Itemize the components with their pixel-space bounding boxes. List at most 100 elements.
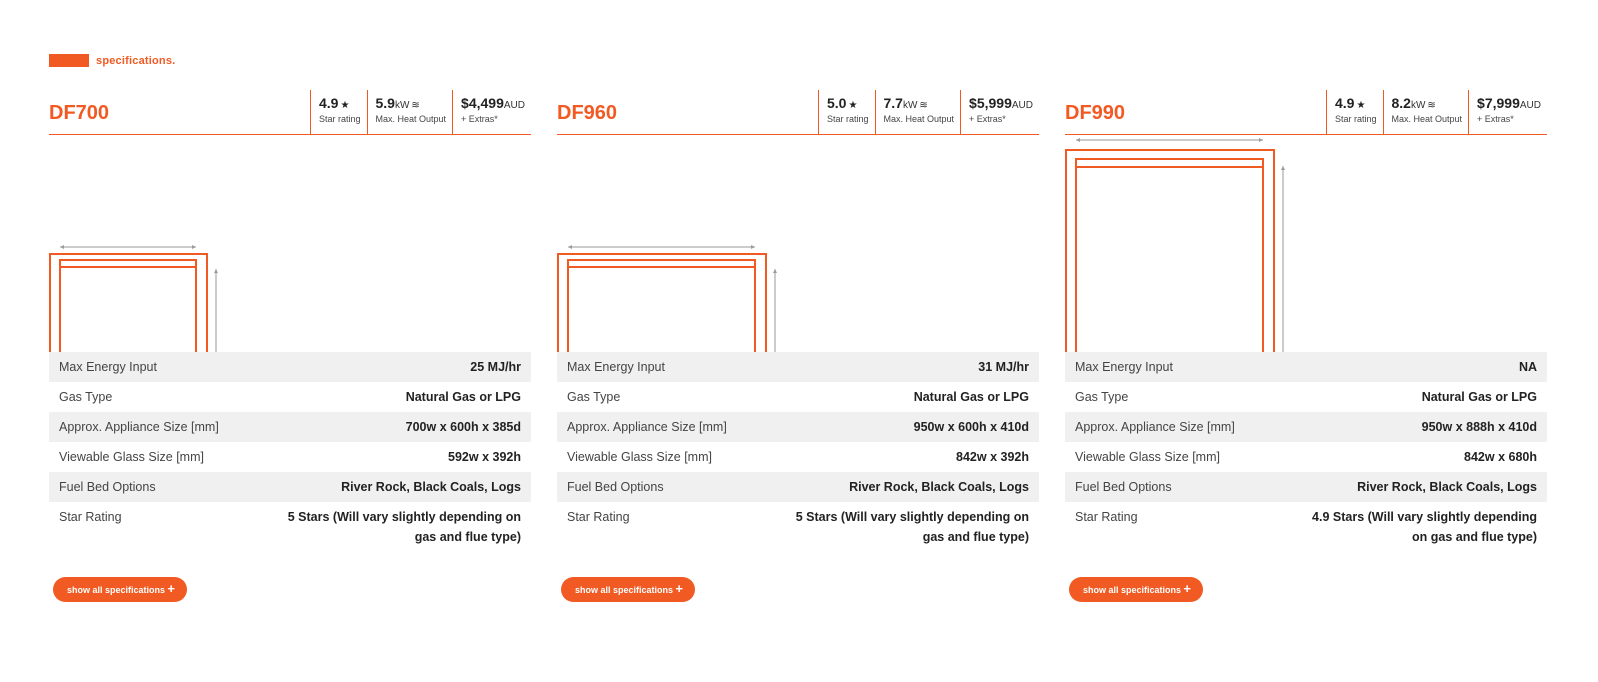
show-all-specifications-button[interactable]: show all specifications +: [53, 577, 187, 602]
spec-label: Fuel Bed Options: [567, 480, 664, 494]
star-rating-stat: 5.0 ★ Star rating: [817, 90, 875, 134]
show-all-specifications-button[interactable]: show all specifications +: [561, 577, 695, 602]
spec-label: Viewable Glass Size [mm]: [567, 450, 712, 464]
spec-row: Fuel Bed Options River Rock, Black Coals,…: [49, 472, 531, 502]
star-rating-value: 4.9: [1334, 95, 1355, 111]
spec-label: Approx. Appliance Size [mm]: [567, 420, 727, 434]
spec-row: Gas Type Natural Gas or LPG: [1065, 382, 1547, 412]
spec-row: Approx. Appliance Size [mm] 950w x 888h x…: [1065, 412, 1547, 442]
spec-value: 4.9 Stars (Will vary slightly depending …: [1312, 510, 1537, 544]
spec-row: Fuel Bed Options River Rock, Black Coals,…: [557, 472, 1039, 502]
spec-label: Fuel Bed Options: [59, 480, 156, 494]
spec-value: 25 MJ/hr: [470, 360, 521, 374]
model-name: DF960: [557, 102, 618, 124]
star-rating-label: Star rating: [1334, 114, 1377, 124]
heat-icon: ≋: [919, 100, 928, 111]
spec-label: Fuel Bed Options: [1075, 480, 1172, 494]
price-value: $5,999: [969, 95, 1012, 111]
star-rating-stat: 4.9 ★ Star rating: [1325, 90, 1383, 134]
spec-label: Gas Type: [59, 390, 113, 404]
heat-output-value: 8.2: [1391, 95, 1411, 111]
spec-label: Gas Type: [1075, 390, 1129, 404]
star-rating-value: 5.0: [826, 95, 847, 111]
heat-output-label: Max. Heat Output: [375, 114, 447, 124]
product-diagram: [1065, 135, 1547, 352]
heat-output-value: 5.9: [375, 95, 395, 111]
plus-icon: +: [675, 581, 683, 596]
spec-label: Star Rating: [59, 510, 122, 524]
heat-output-unit: kW: [1410, 100, 1426, 111]
heat-icon: ≋: [411, 100, 420, 111]
price-value: $7,999: [1477, 95, 1520, 111]
spec-row: Approx. Appliance Size [mm] 700w x 600h x…: [49, 412, 531, 442]
section-header: specifications.: [49, 54, 175, 67]
spec-row: Max Energy Input NA: [1065, 352, 1547, 382]
heat-output-label: Max. Heat Output: [883, 114, 955, 124]
spec-row: Gas Type Natural Gas or LPG: [49, 382, 531, 412]
heat-icon: ≋: [1427, 100, 1436, 111]
heat-output-stat: 7.7kW ≋ Max. Heat Output: [874, 90, 961, 134]
spec-table: Max Energy Input 25 MJ/hr Gas Type Natural…: [49, 352, 531, 554]
spec-row: Star Rating 4.9 Stars (Will vary slightly…: [1065, 502, 1547, 554]
glass-frame: [1075, 158, 1264, 352]
price-extras-label: + Extras*: [1477, 114, 1514, 124]
spec-value: 592w x 392h: [448, 450, 521, 464]
heat-output-unit: kW: [902, 100, 918, 111]
fireplace-outline-drawing: [1065, 138, 1285, 352]
spec-value: 700w x 600h x 385d: [405, 420, 521, 434]
spec-value: Natural Gas or LPG: [1421, 390, 1537, 404]
spec-value: 5 Stars (Will vary slightly depending on…: [287, 510, 521, 544]
section-accent-bar: [49, 54, 89, 67]
spec-value: NA: [1518, 360, 1537, 374]
spec-label: Star Rating: [567, 510, 630, 524]
spec-row: Star Rating 5 Stars (Will vary slightly d…: [557, 502, 1039, 554]
heat-output-label: Max. Heat Output: [1391, 114, 1463, 124]
plus-icon: +: [167, 581, 175, 596]
spec-row: Star Rating 5 Stars (Will vary slightly d…: [49, 502, 531, 554]
star-rating-label: Star rating: [826, 114, 869, 124]
price-extras-label: + Extras*: [969, 114, 1006, 124]
spec-label: Max Energy Input: [567, 360, 665, 374]
spec-row: Approx. Appliance Size [mm] 950w x 600h x…: [557, 412, 1039, 442]
product-stats: 4.9 ★ Star rating 8.2kW ≋ Max. Heat Output…: [1325, 90, 1547, 134]
star-icon: ★: [1356, 100, 1366, 111]
spec-row: Max Energy Input 31 MJ/hr: [557, 352, 1039, 382]
spec-value: 5 Stars (Will vary slightly depending on…: [795, 510, 1029, 544]
star-rating-stat: 4.9 ★ Star rating: [309, 90, 367, 134]
price-value: $4,499: [461, 95, 504, 111]
show-all-specifications-button[interactable]: show all specifications +: [1069, 577, 1203, 602]
price-stat: $5,999AUD + Extras*: [960, 90, 1039, 134]
glass-frame: [59, 259, 197, 352]
spec-row: Max Energy Input 25 MJ/hr: [49, 352, 531, 382]
appliance-outer-frame: [1065, 149, 1275, 352]
spec-label: Approx. Appliance Size [mm]: [59, 420, 219, 434]
product-header: DF700 4.9 ★ Star rating 5.9kW ≋ Max. Heat …: [49, 90, 531, 135]
spec-label: Max Energy Input: [59, 360, 157, 374]
spec-row: Viewable Glass Size [mm] 592w x 392h: [49, 442, 531, 472]
spec-table: Max Energy Input NA Gas Type Natural Gas o…: [1065, 352, 1547, 554]
heat-output-unit: kW: [394, 100, 410, 111]
product-diagram: [49, 135, 531, 352]
spec-table: Max Energy Input 31 MJ/hr Gas Type Natural…: [557, 352, 1039, 554]
spec-label: Gas Type: [567, 390, 621, 404]
star-rating-value: 4.9: [318, 95, 339, 111]
spec-value: River Rock, Black Coals, Logs: [849, 480, 1029, 494]
product-diagram: [557, 135, 1039, 352]
spec-row: Viewable Glass Size [mm] 842w x 392h: [557, 442, 1039, 472]
star-icon: ★: [340, 100, 350, 111]
glass-frame: [567, 259, 756, 352]
product-stats: 4.9 ★ Star rating 5.9kW ≋ Max. Heat Output…: [309, 90, 531, 134]
spec-value: 950w x 888h x 410d: [1421, 420, 1537, 434]
heat-output-value: 7.7: [883, 95, 903, 111]
button-label: show all specifications: [67, 584, 166, 595]
spec-row: Viewable Glass Size [mm] 842w x 680h: [1065, 442, 1547, 472]
spec-label: Star Rating: [1075, 510, 1138, 524]
button-label: show all specifications: [575, 584, 674, 595]
spec-value: Natural Gas or LPG: [405, 390, 521, 404]
spec-value: 842w x 392h: [956, 450, 1029, 464]
product-column-df960: DF960 5.0 ★ Star rating 7.7kW ≋ Max. Heat …: [557, 90, 1039, 602]
spec-row: Fuel Bed Options River Rock, Black Coals,…: [1065, 472, 1547, 502]
product-header: DF960 5.0 ★ Star rating 7.7kW ≋ Max. Heat …: [557, 90, 1039, 135]
spec-value: Natural Gas or LPG: [913, 390, 1029, 404]
fireplace-outline-drawing: [557, 245, 777, 352]
